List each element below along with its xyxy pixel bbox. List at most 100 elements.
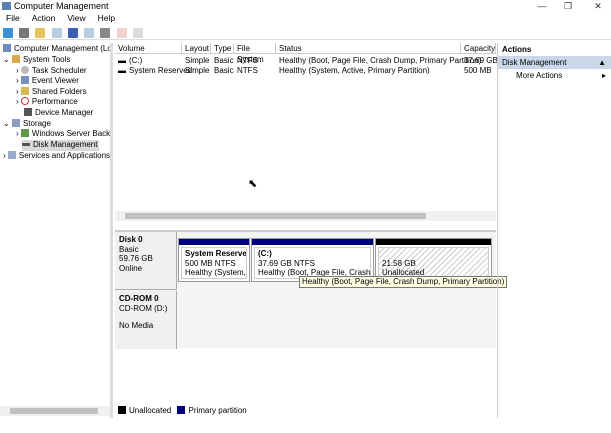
disk-state: No Media xyxy=(119,321,154,330)
app-icon xyxy=(2,2,11,10)
partition-size: 21.58 GB xyxy=(382,258,416,268)
disk-type: CD-ROM (D:) xyxy=(119,303,168,313)
menu-help[interactable]: Help xyxy=(98,12,115,25)
window-title: Computer Management xyxy=(14,1,109,11)
more-actions[interactable]: More Actions ▸ xyxy=(498,69,611,82)
cell-layout: Simple xyxy=(185,66,210,75)
cell-type: Basic xyxy=(214,66,234,75)
cell-status: Healthy (System, Active, Primary Partiti… xyxy=(279,66,430,75)
column-header-status[interactable]: Status xyxy=(276,43,461,54)
tree-label: System Tools xyxy=(22,55,71,64)
device-manager-icon xyxy=(24,108,32,116)
tree-item-disk-management[interactable]: Disk Management xyxy=(22,140,100,151)
disk-state: Online xyxy=(119,263,143,273)
performance-icon xyxy=(20,97,29,105)
submenu-arrow-icon: ▸ xyxy=(601,71,606,80)
legend: Unallocated Primary partition xyxy=(118,406,247,416)
restore-button[interactable]: ❐ xyxy=(557,0,579,12)
column-header-volume[interactable]: Volume xyxy=(115,43,182,54)
section-label: Disk Management xyxy=(502,58,567,67)
shared-folder-icon xyxy=(20,87,29,95)
toolbar xyxy=(0,26,611,40)
tree-label: Shared Folders xyxy=(31,87,87,96)
mouse-cursor-icon: ⬉ xyxy=(248,178,258,190)
disk-name: CD-ROM 0 xyxy=(119,294,159,303)
actions-title: Actions xyxy=(502,45,532,54)
tree-label: Disk Management xyxy=(33,140,98,149)
cdrom-0-label[interactable]: CD-ROM 0 CD-ROM (D:) No Media xyxy=(115,291,177,349)
show-hide-action-pane-icon[interactable] xyxy=(84,28,95,38)
show-hide-tree-icon[interactable] xyxy=(51,28,62,38)
tree-label: Services and Applications xyxy=(18,151,111,160)
tree-item[interactable]: › Event Viewer xyxy=(16,76,79,87)
menu-bar: File Action View Help xyxy=(0,12,611,25)
legend-label: Primary partition xyxy=(188,406,247,415)
volume-list-horizontal-scrollbar[interactable] xyxy=(115,211,496,221)
tree-label: Performance xyxy=(31,97,78,106)
title-bar: Computer Management — ❐ ✕ xyxy=(0,0,611,12)
volume-icon: ▬ xyxy=(118,66,126,75)
minimize-button[interactable]: — xyxy=(531,0,553,12)
forward-icon[interactable] xyxy=(19,28,30,38)
cell-fs: NTFS xyxy=(237,66,258,75)
tree-item[interactable]: › Windows Server Backup xyxy=(16,129,113,140)
check-icon[interactable] xyxy=(116,28,127,38)
tools-icon xyxy=(11,55,20,63)
partition-name xyxy=(382,249,485,259)
help-icon[interactable] xyxy=(67,28,78,38)
column-header-capacity[interactable]: Capacity xyxy=(461,43,496,54)
legend-label: Unallocated xyxy=(129,406,172,415)
back-icon[interactable] xyxy=(3,28,13,38)
close-button[interactable]: ✕ xyxy=(587,0,609,12)
graphical-disk-view: Disk 0 Basic 59.76 GB Online System Rese… xyxy=(115,230,508,349)
connect-icon[interactable] xyxy=(100,28,111,38)
tree-item[interactable]: › Performance xyxy=(16,97,78,108)
tree-label: Storage xyxy=(22,119,51,128)
menu-view[interactable]: View xyxy=(67,12,85,25)
tree-label: Device Manager xyxy=(35,108,94,117)
more-actions-label: More Actions xyxy=(516,71,563,80)
disk-name: Disk 0 xyxy=(119,235,143,244)
services-icon xyxy=(7,151,16,159)
menu-action[interactable]: Action xyxy=(32,12,56,25)
scrollbar-thumb[interactable] xyxy=(125,213,426,219)
tree-label: Computer Management (Local xyxy=(14,44,113,53)
properties-icon[interactable] xyxy=(132,28,143,38)
actions-section-disk-management[interactable]: Disk Management ▲ xyxy=(498,56,611,69)
tree-item[interactable]: › Services and Applications xyxy=(3,151,110,162)
tree-horizontal-scrollbar[interactable] xyxy=(0,406,110,416)
partition-name: (C:) xyxy=(258,249,272,258)
cell-volume: System Reserved xyxy=(129,66,193,75)
clock-icon xyxy=(20,66,29,74)
tree-label: Windows Server Backup xyxy=(31,129,113,138)
scrollbar-thumb[interactable] xyxy=(10,408,98,414)
disk-0-label[interactable]: Disk 0 Basic 59.76 GB Online xyxy=(115,232,177,290)
partition-size: 500 MB NTFS xyxy=(185,258,236,268)
backup-icon xyxy=(20,129,29,137)
tree-item[interactable]: ⌄ System Tools xyxy=(3,55,70,66)
column-header-type[interactable]: Type xyxy=(211,43,234,54)
tree-label: Task Scheduler xyxy=(31,66,87,75)
tooltip: Healthy (Boot, Page File, Crash Dump, Pr… xyxy=(299,276,508,288)
disk-icon xyxy=(22,143,30,146)
column-header-file-system[interactable]: File System xyxy=(234,43,276,64)
storage-icon xyxy=(11,119,20,127)
actions-pane: Actions Disk Management ▲ More Actions ▸ xyxy=(497,43,611,418)
legend-unallocated-swatch xyxy=(118,406,126,414)
event-viewer-icon xyxy=(20,76,29,84)
cell-capacity: 500 MB xyxy=(464,66,492,75)
legend-primary-swatch xyxy=(177,406,186,414)
disk-size: 59.76 GB xyxy=(119,254,153,263)
tree-item[interactable]: Computer Management (Local xyxy=(3,44,113,55)
partition-status: Healthy (System, Ac xyxy=(185,268,246,277)
column-header-layout[interactable]: Layout xyxy=(182,43,211,54)
partition-name: System Reserved xyxy=(185,249,247,258)
up-folder-icon[interactable] xyxy=(35,28,46,38)
collapse-icon[interactable]: ▲ xyxy=(598,58,606,67)
partition-system-reserved[interactable]: System Reserved 500 MB NTFS Healthy (Syste… xyxy=(178,238,250,282)
disk-type: Basic xyxy=(119,244,139,254)
menu-file[interactable]: File xyxy=(6,12,20,25)
tree-label: Event Viewer xyxy=(31,76,79,85)
computer-icon xyxy=(3,44,11,52)
tree-item[interactable]: Device Manager xyxy=(24,108,93,119)
